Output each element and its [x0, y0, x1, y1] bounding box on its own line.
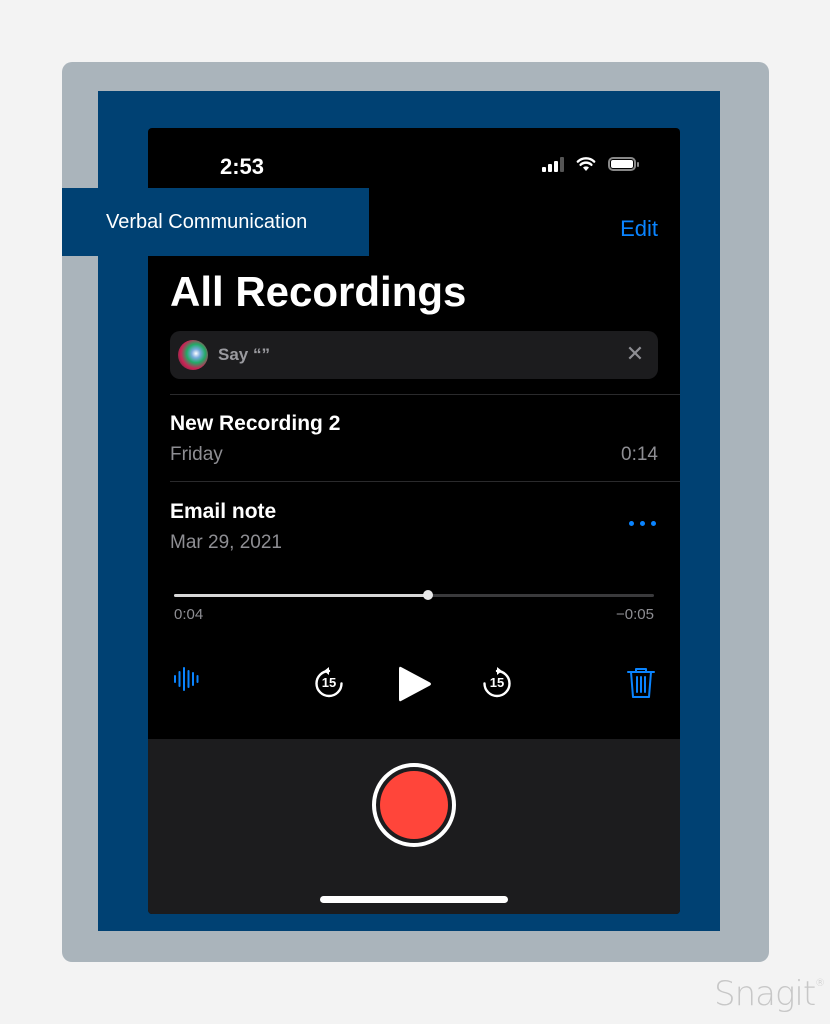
siri-suggestion-bar[interactable]: Say “” ✕ — [170, 331, 658, 379]
record-button[interactable] — [372, 763, 456, 847]
record-panel — [148, 739, 680, 914]
siri-icon — [178, 340, 208, 370]
annotation-banner-text: Verbal Communication — [106, 211, 308, 233]
recording-date: Friday — [170, 444, 223, 465]
annotation-banner: Verbal Communication — [62, 188, 369, 256]
waveform-icon[interactable] — [172, 664, 202, 694]
play-button[interactable] — [396, 664, 434, 704]
recording-duration: 0:14 — [621, 444, 658, 465]
registered-mark: ® — [815, 978, 825, 989]
recording-name: New Recording 2 — [170, 412, 341, 435]
remaining-time: −0:05 — [616, 606, 654, 623]
status-time: 2:53 — [220, 154, 265, 179]
divider — [170, 481, 680, 482]
recording-date: Mar 29, 2021 — [170, 532, 282, 553]
recording-name: Email note — [170, 500, 277, 523]
home-indicator[interactable] — [320, 896, 508, 903]
skip-back-15-button[interactable]: 15 — [312, 666, 346, 700]
skip-forward-15-button[interactable]: 15 — [480, 666, 514, 700]
skip-back-label: 15 — [321, 675, 337, 690]
wifi-icon — [576, 157, 596, 171]
siri-suggestion-text: Say “” — [218, 345, 270, 364]
trash-icon[interactable] — [626, 666, 656, 700]
playback-scrubber[interactable] — [174, 590, 654, 600]
watermark-text: Snagit — [714, 974, 816, 1014]
battery-icon — [608, 157, 639, 171]
close-icon[interactable]: ✕ — [622, 341, 648, 367]
cellular-signal-icon — [542, 156, 564, 172]
scrubber-progress — [174, 594, 429, 597]
skip-forward-label: 15 — [489, 675, 505, 690]
page-title: All Recordings — [170, 268, 467, 315]
edit-button[interactable]: Edit — [620, 216, 658, 242]
divider — [170, 394, 680, 395]
status-icons — [542, 156, 639, 172]
snagit-watermark: Snagit® — [714, 974, 825, 1014]
more-options-icon[interactable] — [629, 521, 656, 526]
elapsed-time: 0:04 — [174, 606, 204, 623]
scrubber-thumb[interactable] — [423, 590, 434, 600]
